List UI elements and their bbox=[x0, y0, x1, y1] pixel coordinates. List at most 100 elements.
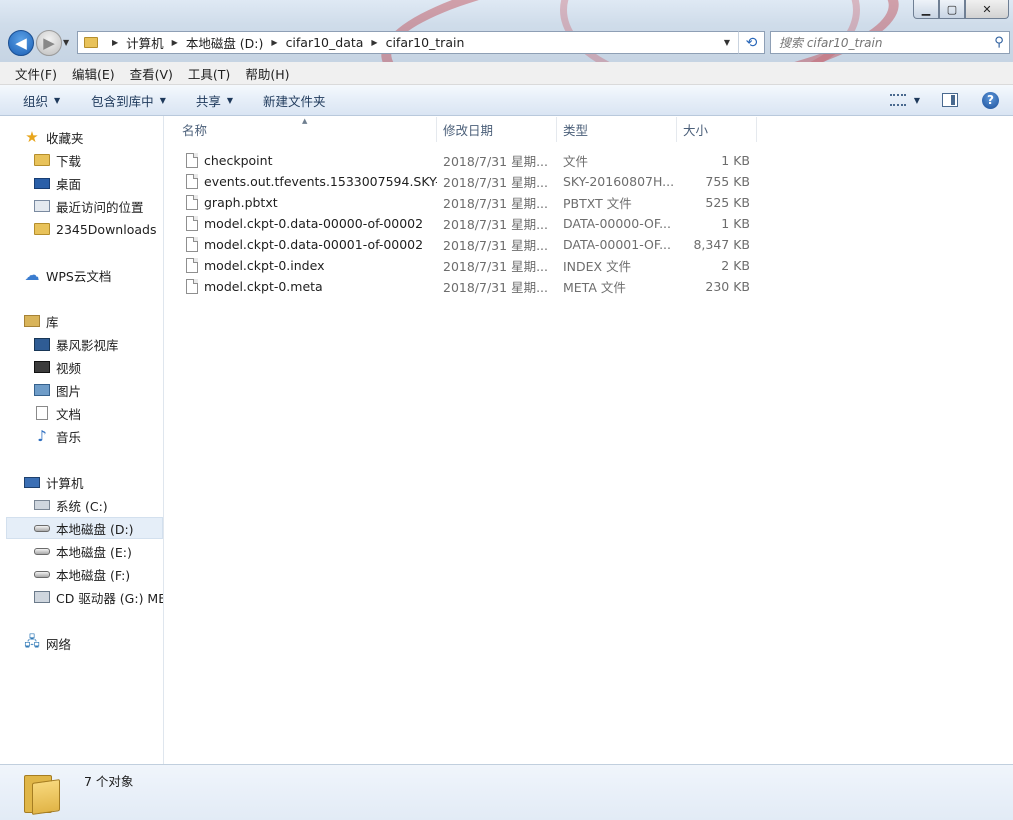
chevron-right-icon[interactable]: ▶ bbox=[271, 38, 277, 47]
sidebar-item-pictures[interactable]: 图片 bbox=[34, 379, 81, 401]
table-row[interactable]: events.out.tfevents.1533007594.SKY-2... … bbox=[165, 171, 765, 192]
change-view-icon[interactable] bbox=[889, 94, 906, 106]
close-button[interactable]: ✕ bbox=[965, 0, 1009, 19]
file-date: 2018/7/31 星期... bbox=[443, 196, 548, 211]
back-arrow-icon: ◀ bbox=[15, 34, 27, 52]
column-date-modified[interactable]: 修改日期 bbox=[437, 117, 557, 142]
sidebar-label: 收藏夹 bbox=[46, 130, 84, 146]
sidebar-item-2345downloads[interactable]: 2345Downloads bbox=[34, 218, 156, 240]
table-row[interactable]: model.ckpt-0.meta 2018/7/31 星期... META 文… bbox=[165, 276, 765, 297]
file-name: checkpoint bbox=[204, 153, 273, 168]
recent-pages-dropdown[interactable]: ▼ bbox=[63, 38, 69, 47]
sidebar-item-favorites[interactable]: ★ 收藏夹 bbox=[24, 126, 84, 148]
computer-icon bbox=[24, 476, 40, 488]
sidebar-label: 下载 bbox=[56, 153, 82, 169]
star-icon: ★ bbox=[25, 128, 39, 146]
search-icon[interactable]: ⚲ bbox=[989, 35, 1009, 50]
file-icon bbox=[186, 237, 198, 252]
table-row[interactable]: model.ckpt-0.data-00001-of-00002 2018/7/… bbox=[165, 234, 765, 255]
share-label: 共享 bbox=[195, 93, 221, 109]
sidebar-item-drive-e[interactable]: 本地磁盘 (E:) bbox=[34, 540, 132, 562]
table-row[interactable]: checkpoint 2018/7/31 星期... 文件 1 KB bbox=[165, 150, 765, 171]
column-type[interactable]: 类型 bbox=[557, 117, 677, 142]
file-icon bbox=[186, 153, 198, 168]
sidebar-label: 计算机 bbox=[46, 475, 84, 491]
back-button[interactable]: ◀ bbox=[8, 30, 34, 56]
sidebar-item-computer[interactable]: 计算机 bbox=[24, 471, 84, 493]
file-size: 230 KB bbox=[705, 279, 750, 294]
organize-label: 组织 bbox=[23, 93, 49, 109]
minimize-button[interactable]: ▁ bbox=[913, 0, 939, 19]
refresh-button[interactable]: ⟲ bbox=[738, 31, 765, 54]
forward-arrow-icon: ▶ bbox=[43, 34, 55, 52]
sort-ascending-icon: ▲ bbox=[302, 117, 308, 125]
folder-icon bbox=[24, 771, 60, 815]
sidebar-label: 桌面 bbox=[56, 176, 82, 192]
sidebar-item-drive-f[interactable]: 本地磁盘 (F:) bbox=[34, 563, 130, 585]
menu-edit[interactable]: 编辑(E) bbox=[65, 64, 122, 83]
menu-tools[interactable]: 工具(T) bbox=[181, 64, 237, 83]
sidebar-label: 本地磁盘 (D:) bbox=[56, 521, 134, 537]
sidebar-item-network[interactable]: 🖧 网络 bbox=[24, 632, 71, 654]
search-input[interactable] bbox=[779, 35, 989, 50]
sidebar-label: 音乐 bbox=[56, 429, 82, 445]
downloads-folder-icon bbox=[34, 154, 50, 166]
menu-file[interactable]: 文件(F) bbox=[8, 64, 64, 83]
sidebar-item-drive-g[interactable]: CD 驱动器 (G:) MEI bbox=[34, 586, 164, 608]
breadcrumb-cifar10-data[interactable]: cifar10_data bbox=[286, 35, 364, 50]
maximize-button[interactable]: ▢ bbox=[939, 0, 965, 19]
file-size: 525 KB bbox=[705, 195, 750, 210]
menu-help[interactable]: 帮助(H) bbox=[238, 64, 296, 83]
include-in-library-button[interactable]: 包含到库中 ▼ bbox=[91, 91, 166, 110]
chevron-right-icon[interactable]: ▶ bbox=[172, 38, 178, 47]
sidebar-item-desktop[interactable]: 桌面 bbox=[34, 172, 81, 194]
sidebar-item-drive-c[interactable]: 系统 (C:) bbox=[34, 494, 108, 516]
sidebar-item-music[interactable]: ♪ 音乐 bbox=[34, 425, 81, 447]
organize-button[interactable]: 组织 ▼ bbox=[23, 91, 60, 110]
address-bar[interactable]: ▶ 计算机 ▶ 本地磁盘 (D:) ▶ cifar10_data ▶ cifar… bbox=[77, 31, 765, 54]
navigation-pane: ★ 收藏夹 下载 桌面 最近访问的位置 2345Downloads ☁ WPS云文档… bbox=[0, 116, 164, 764]
chevron-down-icon: ▼ bbox=[54, 95, 61, 105]
view-options-dropdown-icon[interactable]: ▼ bbox=[914, 96, 920, 105]
menu-bar: 文件(F) 编辑(E) 查看(V) 工具(T) 帮助(H) bbox=[0, 62, 1013, 85]
forward-button[interactable]: ▶ bbox=[36, 30, 62, 56]
video-icon bbox=[34, 361, 50, 373]
table-row[interactable]: graph.pbtxt 2018/7/31 星期... PBTXT 文件 525… bbox=[165, 192, 765, 213]
desktop-icon bbox=[34, 177, 50, 189]
menu-view[interactable]: 查看(V) bbox=[123, 64, 180, 83]
table-row[interactable]: model.ckpt-0.index 2018/7/31 星期... INDEX… bbox=[165, 255, 765, 276]
sidebar-item-recent[interactable]: 最近访问的位置 bbox=[34, 195, 144, 217]
file-icon bbox=[186, 216, 198, 231]
chevron-right-icon[interactable]: ▶ bbox=[112, 38, 118, 47]
sidebar-item-videos[interactable]: 视频 bbox=[34, 356, 81, 378]
sidebar-label: CD 驱动器 (G:) MEI bbox=[56, 590, 164, 606]
help-icon[interactable]: ? bbox=[982, 91, 999, 109]
table-row[interactable]: model.ckpt-0.data-00000-of-00002 2018/7/… bbox=[165, 213, 765, 234]
share-button[interactable]: 共享 ▼ bbox=[196, 91, 233, 110]
file-type: DATA-00001-OF... bbox=[563, 237, 672, 252]
sidebar-item-libraries[interactable]: 库 bbox=[24, 310, 59, 332]
sidebar-item-wps-cloud[interactable]: ☁ WPS云文档 bbox=[24, 264, 112, 286]
address-dropdown-icon[interactable]: ▼ bbox=[724, 38, 730, 47]
sidebar-item-downloads[interactable]: 下载 bbox=[34, 149, 81, 171]
file-size: 8,347 KB bbox=[693, 237, 750, 252]
breadcrumb-cifar10-train[interactable]: cifar10_train bbox=[386, 35, 465, 50]
new-folder-button[interactable]: 新建文件夹 bbox=[263, 91, 326, 110]
file-type: META 文件 bbox=[563, 280, 626, 295]
column-size[interactable]: 大小 bbox=[677, 117, 757, 142]
breadcrumb-computer[interactable]: 计算机 bbox=[126, 33, 164, 52]
sidebar-item-drive-d[interactable]: 本地磁盘 (D:) bbox=[6, 517, 163, 539]
file-name: model.ckpt-0.data-00000-of-00002 bbox=[204, 216, 424, 231]
sidebar-label: 暴风影视库 bbox=[56, 337, 119, 353]
breadcrumb-drive-d[interactable]: 本地磁盘 (D:) bbox=[186, 33, 264, 52]
preview-pane-icon[interactable] bbox=[942, 93, 958, 107]
sidebar-item-documents[interactable]: 文档 bbox=[34, 402, 81, 424]
file-type: PBTXT 文件 bbox=[563, 196, 632, 211]
sidebar-item-baofeng[interactable]: 暴风影视库 bbox=[34, 333, 119, 355]
sidebar-label: 系统 (C:) bbox=[56, 498, 108, 514]
chevron-right-icon[interactable]: ▶ bbox=[371, 38, 377, 47]
column-name[interactable]: 名称 bbox=[165, 117, 437, 142]
file-date: 2018/7/31 星期... bbox=[443, 280, 548, 295]
sidebar-label: 视频 bbox=[56, 360, 82, 376]
file-name: model.ckpt-0.data-00001-of-00002 bbox=[204, 237, 424, 252]
